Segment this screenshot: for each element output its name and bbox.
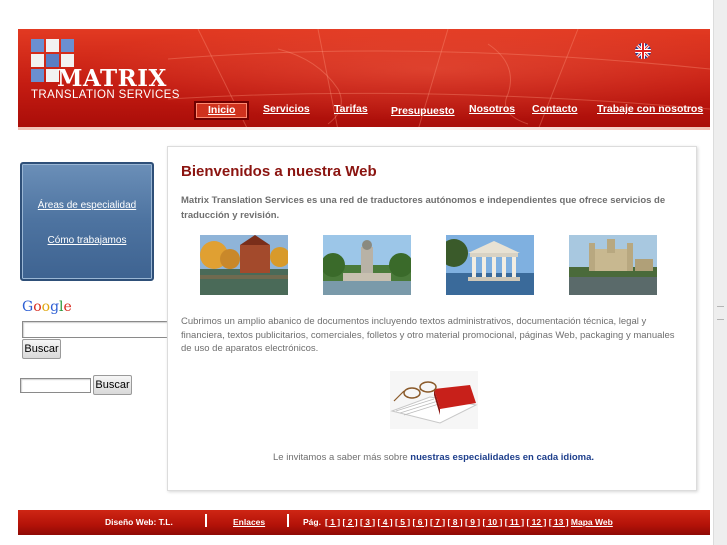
- google-search-button[interactable]: Buscar: [22, 339, 61, 359]
- sidebar-link-como-trabajamos[interactable]: Cómo trabajamos: [22, 235, 152, 246]
- nav-inicio[interactable]: Inicio: [194, 101, 250, 120]
- sidebar-link-areas[interactable]: Áreas de especialidad: [22, 200, 152, 211]
- logo-wordmark: MATRIX: [57, 65, 167, 92]
- invite-sentence: Le invitamos a saber más sobre nuestras …: [273, 452, 594, 463]
- scrollbar-grip[interactable]: [717, 306, 724, 320]
- footer-page-6[interactable]: [ 6 ]: [413, 517, 428, 527]
- invite-text: Le invitamos a saber más sobre: [273, 452, 411, 463]
- nav-trabaje-con-nosotros[interactable]: Trabaje con nosotros: [597, 103, 703, 115]
- header-divider: [18, 127, 710, 130]
- footer-page-12[interactable]: [ 12 ]: [526, 517, 546, 527]
- intro-text: Matrix Translation Services es una red d…: [181, 195, 666, 221]
- footer-page-5[interactable]: [ 5 ]: [395, 517, 410, 527]
- nav-contacto[interactable]: Contacto: [532, 103, 578, 115]
- sidebar-menu: Áreas de especialidad Cómo trabajamos: [20, 162, 154, 281]
- nav-nosotros[interactable]: Nosotros: [469, 103, 515, 115]
- site-search-button[interactable]: Buscar: [93, 375, 132, 395]
- footer-design-credit: Diseño Web: T.L.: [105, 517, 173, 527]
- footer-page-13[interactable]: [ 13 ]: [549, 517, 569, 527]
- footer-page-3[interactable]: [ 3 ]: [360, 517, 375, 527]
- window-scrollbar[interactable]: [713, 0, 727, 545]
- footer-page-9[interactable]: [ 9 ]: [465, 517, 480, 527]
- description-text: Cubrimos un amplio abanico de documentos…: [181, 316, 675, 354]
- footer-page-1[interactable]: [ 1 ]: [325, 517, 340, 527]
- main-nav: Inicio Servicios Tarifas Presupuesto Nos…: [18, 97, 710, 121]
- site-search-input[interactable]: [20, 378, 91, 393]
- footer-enlaces-link[interactable]: Enlaces: [233, 517, 265, 527]
- footer-page-links: [ 1 ] [ 2 ] [ 3 ] [ 4 ] [ 5 ] [ 6 ] [ 7 …: [325, 517, 613, 527]
- footer-page-2[interactable]: [ 2 ]: [343, 517, 358, 527]
- footer-separator: [287, 514, 289, 527]
- footer-page-7[interactable]: [ 7 ]: [430, 517, 445, 527]
- temple-lake-photo: [446, 235, 534, 295]
- footer-separator: [205, 514, 207, 527]
- specialties-link[interactable]: nuestras especialidades en cada idioma.: [410, 452, 594, 463]
- main-content: Bienvenidos a nuestra Web Matrix Transla…: [167, 146, 697, 491]
- google-logo: Google: [22, 299, 72, 315]
- uk-flag-icon[interactable]: [635, 43, 651, 59]
- nav-presupuesto[interactable]: Presupuesto: [391, 105, 455, 117]
- footer-site-map-link[interactable]: Mapa Web: [571, 517, 613, 527]
- footer-pages-label: Pág.: [303, 517, 321, 527]
- nav-servicios[interactable]: Servicios: [263, 103, 310, 115]
- site-header: MATRIX TRANSLATION SERVICES Inicio Servi…: [18, 29, 710, 130]
- google-search-input[interactable]: [22, 321, 172, 338]
- nav-tarifas[interactable]: Tarifas: [334, 103, 368, 115]
- canal-town-photo: [200, 235, 288, 295]
- footer-page-8[interactable]: [ 8 ]: [448, 517, 463, 527]
- footer-page-10[interactable]: [ 10 ]: [483, 517, 503, 527]
- castle-river-photo: [569, 235, 657, 295]
- site-footer: Diseño Web: T.L. Enlaces Pág. [ 1 ] [ 2 …: [18, 510, 710, 535]
- book-glasses-image: [390, 371, 478, 429]
- footer-page-4[interactable]: [ 4 ]: [378, 517, 393, 527]
- fountain-park-photo: [323, 235, 411, 295]
- page-title: Bienvenidos a nuestra Web: [181, 163, 377, 180]
- matrix-logo[interactable]: MATRIX TRANSLATION SERVICES: [31, 39, 181, 103]
- footer-page-11[interactable]: [ 11 ]: [505, 517, 524, 527]
